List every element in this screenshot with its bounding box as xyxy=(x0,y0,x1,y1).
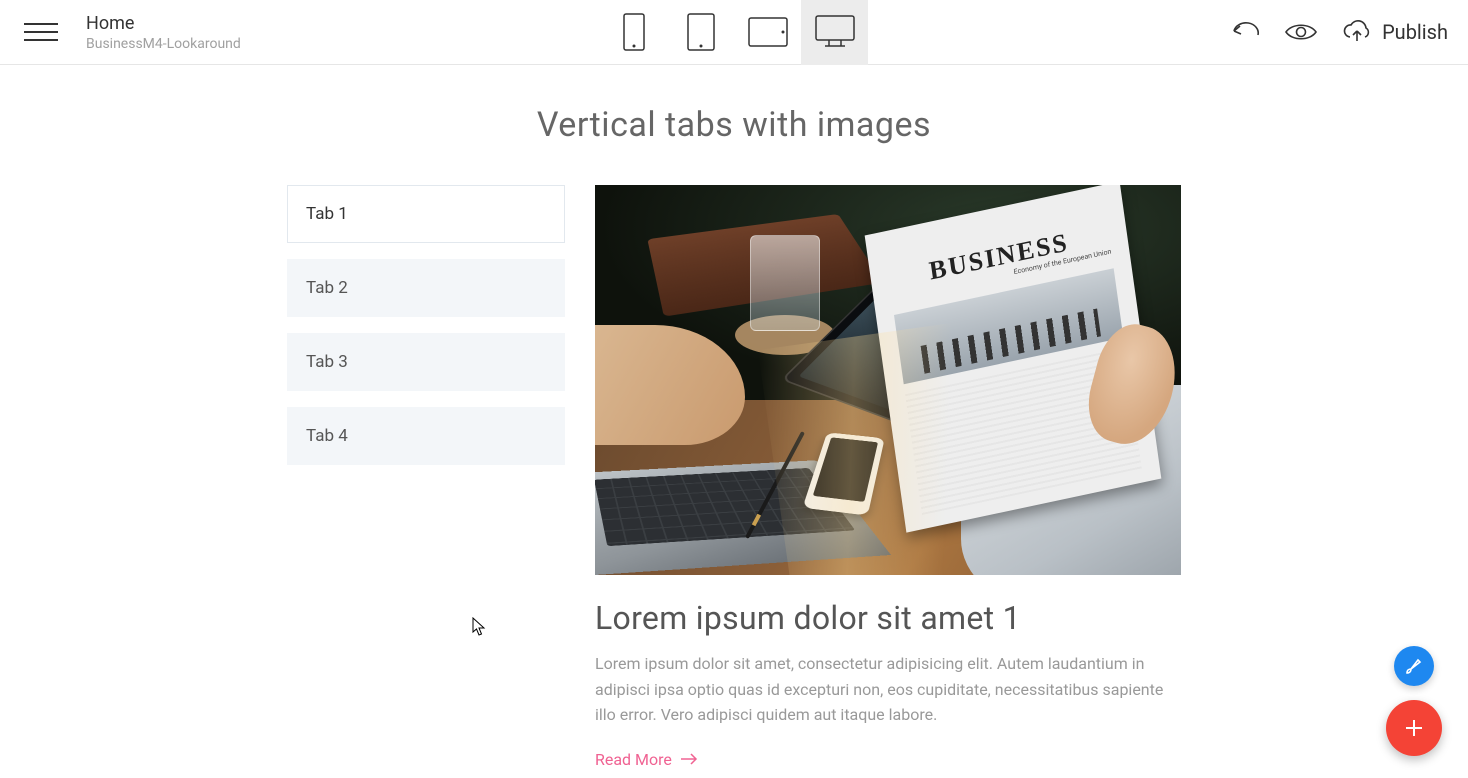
page-title: Home xyxy=(86,13,241,34)
add-block-fab-button[interactable] xyxy=(1386,700,1442,756)
tab-content-image[interactable]: BUSINESS Economy of the European Union xyxy=(595,185,1181,575)
top-toolbar: Home BusinessM4-Lookaround Publish xyxy=(0,0,1468,65)
image-scene: BUSINESS Economy of the European Union xyxy=(595,185,1181,575)
device-switcher xyxy=(600,0,868,65)
tablet-landscape-icon xyxy=(748,17,788,47)
tablet-portrait-icon xyxy=(687,13,715,51)
device-tablet-landscape-button[interactable] xyxy=(734,0,801,65)
desktop-icon xyxy=(815,15,855,49)
tab-2[interactable]: Tab 2 xyxy=(287,259,565,317)
tab-3[interactable]: Tab 3 xyxy=(287,333,565,391)
undo-button[interactable] xyxy=(1230,21,1260,43)
plus-icon xyxy=(1402,716,1426,740)
tab-content-body[interactable]: Lorem ipsum dolor sit amet, consectetur … xyxy=(595,651,1181,728)
arrow-right-icon xyxy=(680,753,698,765)
brush-icon xyxy=(1404,656,1424,676)
page-meta: Home BusinessM4-Lookaround xyxy=(86,13,241,52)
style-fab-button[interactable] xyxy=(1394,646,1434,686)
project-name: BusinessM4-Lookaround xyxy=(86,36,241,52)
device-mobile-button[interactable] xyxy=(600,0,667,65)
publish-button[interactable]: Publish xyxy=(1342,19,1448,45)
cloud-upload-icon xyxy=(1342,19,1372,45)
vertical-tabs-block: Tab 1 Tab 2 Tab 3 Tab 4 xyxy=(14,185,1454,769)
canvas-inner: Vertical tabs with images Tab 1 Tab 2 Ta… xyxy=(14,65,1454,778)
section-title[interactable]: Vertical tabs with images xyxy=(14,105,1454,145)
undo-icon xyxy=(1230,21,1260,43)
tab-content: BUSINESS Economy of the European Union L… xyxy=(595,185,1181,769)
device-desktop-button[interactable] xyxy=(801,0,868,65)
device-tablet-portrait-button[interactable] xyxy=(667,0,734,65)
tab-4[interactable]: Tab 4 xyxy=(287,407,565,465)
menu-button[interactable] xyxy=(24,15,58,49)
tabs-column: Tab 1 Tab 2 Tab 3 Tab 4 xyxy=(287,185,565,769)
preview-button[interactable] xyxy=(1284,21,1318,43)
fab-group xyxy=(1386,646,1442,756)
tab-1[interactable]: Tab 1 xyxy=(287,185,565,243)
editor-canvas[interactable]: Vertical tabs with images Tab 1 Tab 2 Ta… xyxy=(0,65,1468,778)
read-more-label: Read More xyxy=(595,750,672,769)
eye-icon xyxy=(1284,21,1318,43)
tab-content-heading[interactable]: Lorem ipsum dolor sit amet 1 xyxy=(595,599,1181,637)
publish-label: Publish xyxy=(1382,20,1448,44)
read-more-link[interactable]: Read More xyxy=(595,750,698,769)
top-right-actions: Publish xyxy=(1230,19,1448,45)
mobile-icon xyxy=(623,13,645,51)
